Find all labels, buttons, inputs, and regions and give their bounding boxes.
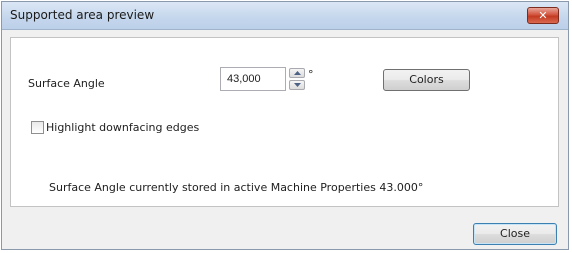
info-text: Surface Angle currently stored in active… bbox=[49, 181, 424, 194]
title-bar: Supported area preview ✕ bbox=[2, 2, 568, 30]
highlight-downfacing-label[interactable]: Highlight downfacing edges bbox=[46, 121, 199, 134]
content-panel: Surface Angle ° Colors Highlight downfac… bbox=[10, 37, 559, 207]
surface-angle-input[interactable] bbox=[220, 67, 286, 91]
degree-unit: ° bbox=[308, 68, 314, 81]
highlight-downfacing-checkbox[interactable] bbox=[31, 121, 44, 134]
close-button[interactable]: Close bbox=[473, 223, 557, 245]
surface-angle-label: Surface Angle bbox=[28, 77, 105, 90]
arrow-up-icon bbox=[294, 71, 301, 75]
close-icon[interactable]: ✕ bbox=[527, 7, 559, 24]
dialog-window: Supported area preview ✕ Surface Angle °… bbox=[1, 1, 569, 250]
spin-down-button[interactable] bbox=[289, 80, 305, 90]
window-title: Supported area preview bbox=[10, 8, 155, 22]
colors-button[interactable]: Colors bbox=[383, 69, 470, 91]
surface-angle-spinner bbox=[289, 67, 307, 91]
spin-up-button[interactable] bbox=[289, 68, 305, 78]
arrow-down-icon bbox=[294, 83, 301, 87]
